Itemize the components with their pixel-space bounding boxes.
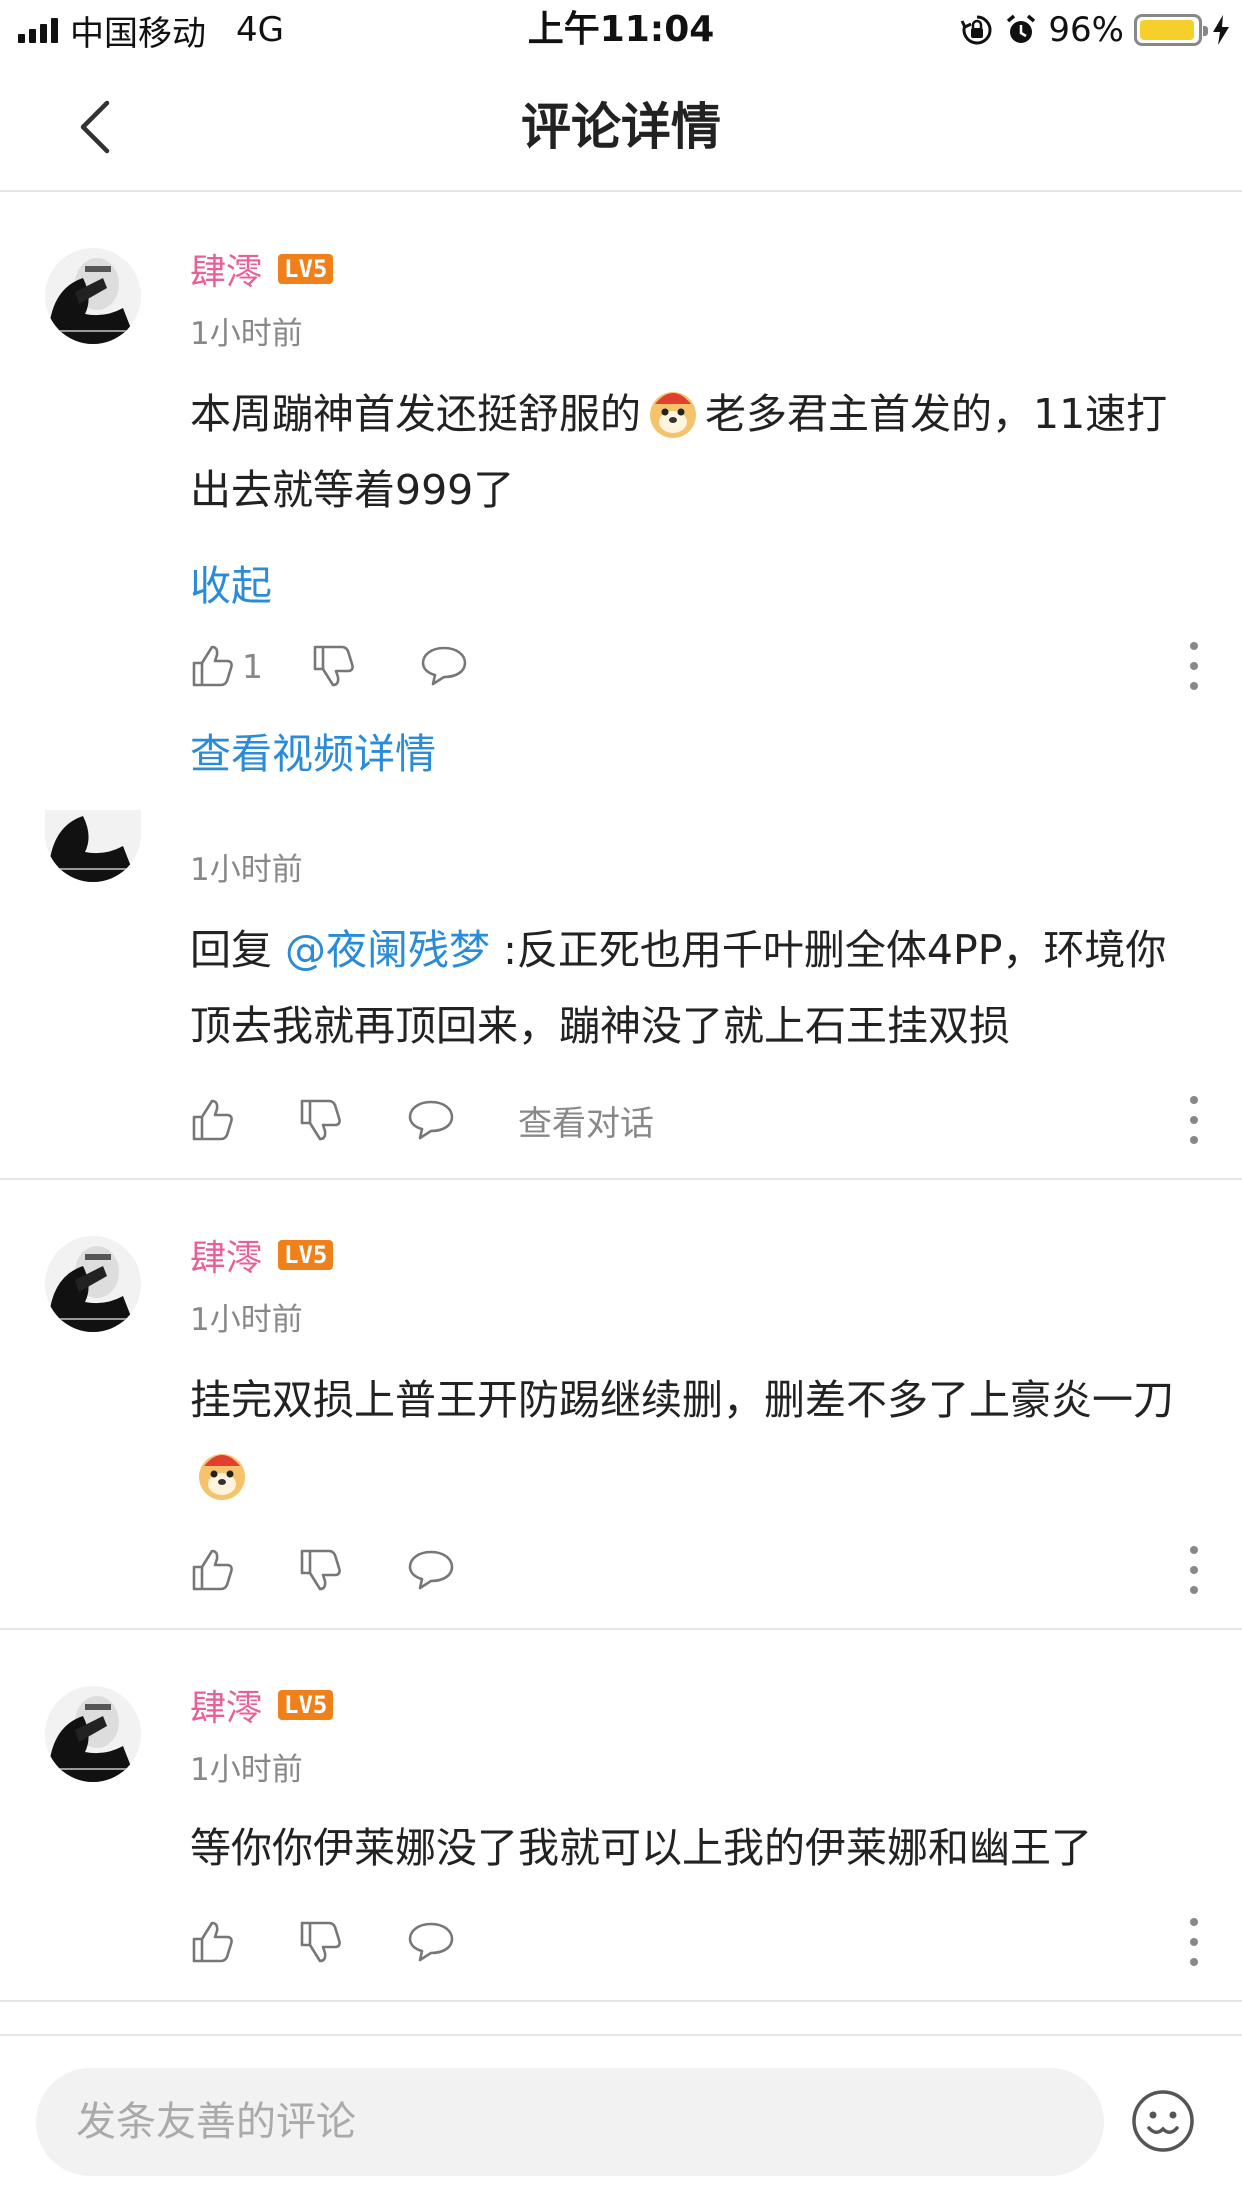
comment-time: 1小时前: [190, 316, 303, 352]
doge-emoji-icon: [199, 1454, 245, 1500]
page-title: 评论详情: [521, 98, 721, 156]
dislike-button[interactable]: [298, 1547, 344, 1593]
thumbs-down-icon: [300, 1921, 341, 1963]
like-button[interactable]: [190, 1097, 236, 1143]
more-options-button[interactable]: [1184, 642, 1204, 690]
thumbs-up-icon: [192, 1549, 233, 1591]
comment-text: 等你你伊莱娜没了我就可以上我的伊莱娜和幽王了: [190, 1824, 1092, 1872]
divider: [0, 1628, 1242, 1630]
doge-emoji-icon: [650, 392, 696, 438]
collapse-link[interactable]: 收起: [190, 552, 272, 612]
username[interactable]: 肆澪: [190, 243, 262, 295]
divider: [0, 2000, 1242, 2002]
mention-link[interactable]: @夜阑残梦: [285, 926, 490, 974]
thumbs-up-icon: [192, 645, 233, 687]
rotation-lock-icon: [961, 15, 992, 45]
avatar[interactable]: [45, 1686, 141, 1782]
battery-icon: [1134, 14, 1208, 46]
alarm-icon: [1007, 14, 1036, 43]
avatar[interactable]: [45, 1236, 141, 1332]
comment-text-part: 挂完双损上普王开防踢继续删，删差不多了上豪炎一刀: [190, 1376, 1174, 1424]
battery-percent: 96%: [1048, 10, 1124, 50]
like-count: 1: [242, 646, 263, 686]
thumbs-up-icon: [192, 1099, 233, 1141]
more-options-button[interactable]: [1184, 1918, 1204, 1966]
comment-bubble-icon: [408, 1100, 454, 1140]
comment-text: 回复 @夜阑残梦 :反正死也用千叶删全体4PP，环境你顶去我就再顶回来，蹦神没了…: [190, 912, 1190, 1064]
dislike-button[interactable]: [298, 1919, 344, 1965]
smiley-face-icon: [1132, 2090, 1194, 2152]
comment-bubble-icon: [408, 1922, 454, 1962]
like-button[interactable]: [190, 1919, 236, 1965]
reply-button[interactable]: [406, 1548, 456, 1592]
thumbs-down-icon: [300, 1549, 341, 1591]
comment-composer: [0, 2034, 1242, 2208]
username[interactable]: 肆澪: [190, 1679, 262, 1731]
reply-button[interactable]: [419, 644, 469, 688]
like-button[interactable]: 1: [190, 643, 263, 689]
comment-input[interactable]: [36, 2068, 1104, 2176]
status-bar: 中国移动 4G 上午11:04 96%: [0, 0, 1242, 62]
more-options-button[interactable]: [1184, 1546, 1204, 1594]
avatar[interactable]: [45, 810, 141, 882]
comment-time: 1小时前: [190, 1302, 303, 1338]
thumbs-down-icon: [300, 1099, 341, 1141]
level-badge: LV5: [278, 1240, 334, 1270]
username[interactable]: 肆澪: [190, 1229, 262, 1281]
comment-text: 挂完双损上普王开防踢继续删，删差不多了上豪炎一刀: [190, 1362, 1190, 1514]
more-options-button[interactable]: [1184, 1096, 1204, 1144]
comment-bubble-icon: [421, 646, 467, 686]
comment-time: 1小时前: [190, 1752, 303, 1788]
emoji-button[interactable]: [1130, 2088, 1196, 2154]
reply-prefix: 回复: [190, 926, 286, 974]
level-badge: LV5: [278, 1690, 334, 1720]
thumbs-down-icon: [313, 645, 354, 687]
view-dialog-link[interactable]: 查看对话: [518, 1096, 654, 1145]
reply-button[interactable]: [406, 1098, 456, 1142]
comment-text-part: 本周蹦神首发还挺舒服的: [190, 390, 641, 438]
comment-time: 1小时前: [190, 852, 303, 888]
avatar[interactable]: [45, 248, 141, 344]
comment-text: 本周蹦神首发还挺舒服的 老多君主首发的，11速打出去就等着999了: [190, 376, 1190, 528]
reply-button[interactable]: [406, 1920, 456, 1964]
divider: [0, 1178, 1242, 1180]
comment-bubble-icon: [408, 1550, 454, 1590]
status-right: 96%: [960, 8, 1230, 52]
like-button[interactable]: [190, 1547, 236, 1593]
level-badge: LV5: [278, 254, 334, 284]
nav-bar: 评论详情: [0, 62, 1242, 192]
dislike-button[interactable]: [311, 643, 357, 689]
charging-icon: [1213, 15, 1229, 45]
thumbs-up-icon: [192, 1921, 233, 1963]
dislike-button[interactable]: [298, 1097, 344, 1143]
view-video-link[interactable]: 查看视频详情: [190, 720, 436, 780]
